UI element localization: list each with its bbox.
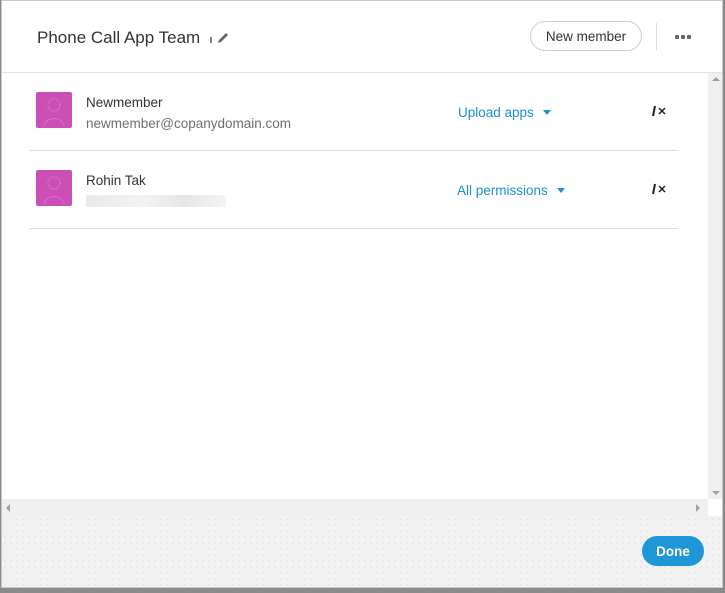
caret-down-icon <box>556 188 565 193</box>
horizontal-scrollbar[interactable] <box>2 499 708 516</box>
member-row: Rohin Tak All permissions <box>29 151 678 229</box>
dialog-header: Phone Call App Team New member <box>2 1 722 73</box>
header-divider <box>656 23 657 50</box>
team-title: Phone Call App Team <box>37 28 201 47</box>
permission-dropdown[interactable]: All permissions <box>457 183 565 198</box>
scroll-right-icon[interactable] <box>696 504 700 512</box>
vertical-scrollbar[interactable] <box>708 73 722 499</box>
permission-label: All permissions <box>457 183 548 198</box>
new-member-button[interactable]: New member <box>530 21 642 51</box>
avatar-silhouette-icon <box>43 98 65 127</box>
member-name: Rohin Tak <box>86 173 146 188</box>
more-dots-icon[interactable] <box>674 30 694 44</box>
member-email: newmember@copanydomain.com <box>86 116 292 131</box>
done-button[interactable]: Done <box>642 536 704 566</box>
avatar <box>36 92 72 128</box>
remove-icon[interactable] <box>650 103 670 119</box>
avatar-silhouette-icon <box>43 176 65 205</box>
redacted-email <box>86 195 226 207</box>
permission-dropdown[interactable]: Upload apps <box>458 105 551 120</box>
scroll-left-icon[interactable] <box>6 504 10 512</box>
member-row: Newmember newmember@copanydomain.com Upl… <box>29 73 678 151</box>
scroll-up-icon[interactable] <box>712 77 720 81</box>
scroll-down-icon[interactable] <box>712 491 720 495</box>
caret-down-icon <box>542 110 551 115</box>
member-name: Newmember <box>86 95 163 110</box>
dialog-footer: Done <box>2 516 722 587</box>
manage-team-dialog: Phone Call App Team New member Newmember… <box>1 0 723 588</box>
remove-icon[interactable] <box>650 181 670 197</box>
permission-label: Upload apps <box>458 105 534 120</box>
avatar <box>36 170 72 206</box>
pencil-icon[interactable] <box>209 30 231 46</box>
members-list: Newmember newmember@copanydomain.com Upl… <box>2 73 708 499</box>
